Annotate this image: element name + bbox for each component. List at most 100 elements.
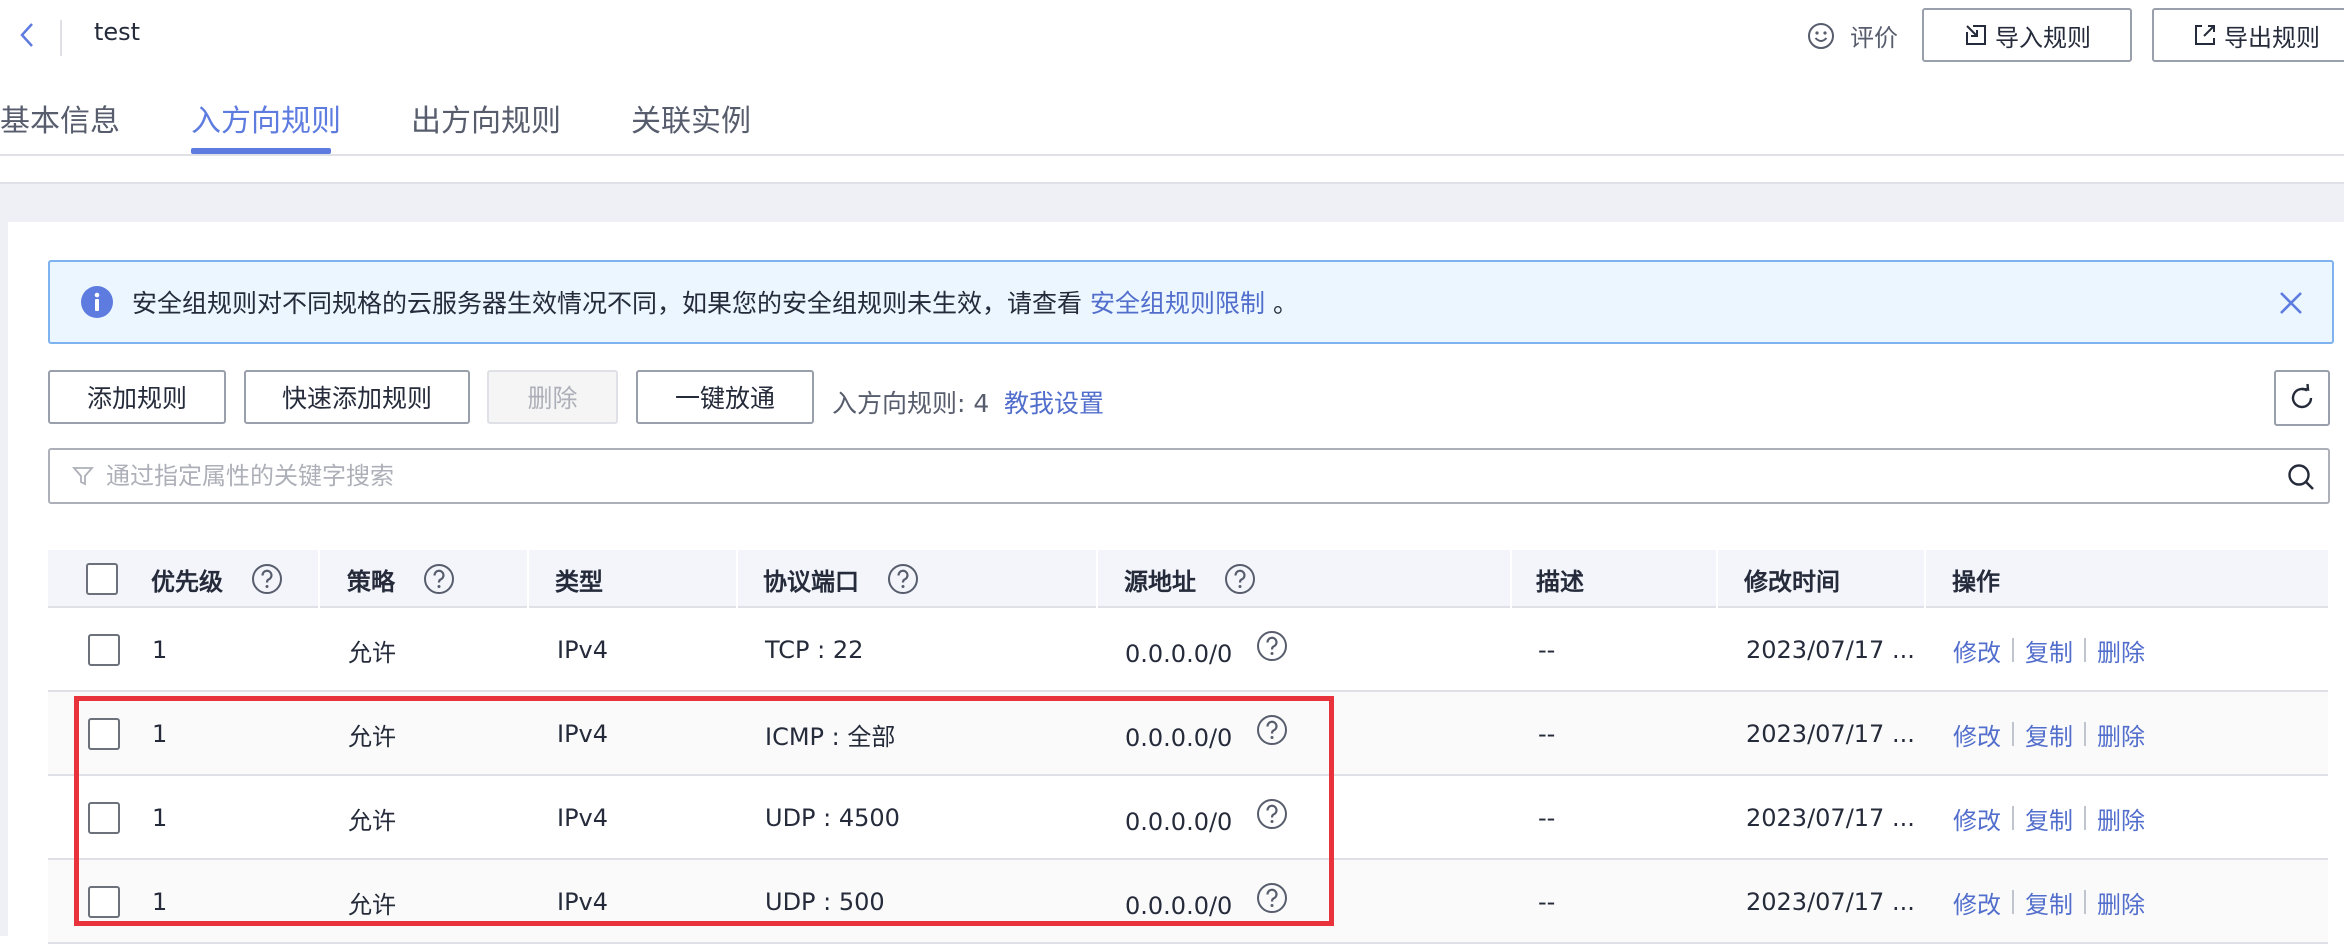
action-divider xyxy=(2084,890,2086,914)
add-rule-button[interactable]: 添加规则 xyxy=(48,370,226,424)
select-all-checkbox[interactable] xyxy=(86,563,118,595)
cell-source: 0.0.0.0/0 xyxy=(1125,608,1288,692)
edit-link[interactable]: 修改 xyxy=(1953,885,2001,920)
cell-priority: 1 xyxy=(152,804,168,832)
col-actions: 操作 xyxy=(1952,550,2000,608)
col-source-label: 源地址 xyxy=(1124,567,1196,596)
export-rules-button[interactable]: 导出规则 xyxy=(2152,8,2344,62)
table-header: 优先级 策略 类型 协议端口 源地址 描述 修改时间 操作 xyxy=(48,550,2328,608)
delete-link[interactable]: 删除 xyxy=(2097,633,2145,668)
table-row: 1 允许 IPv4 ICMP : 全部 0.0.0.0/0 -- 2023/07… xyxy=(48,692,2328,776)
cell-priority: 1 xyxy=(152,720,168,748)
delete-link[interactable]: 删除 xyxy=(2097,885,2145,920)
back-arrow-icon[interactable] xyxy=(14,18,40,52)
help-icon[interactable] xyxy=(887,563,919,595)
delete-link[interactable]: 删除 xyxy=(2097,717,2145,752)
cell-policy: 允许 xyxy=(348,806,396,835)
action-divider xyxy=(2084,806,2086,830)
cell-source-text: 0.0.0.0/0 xyxy=(1125,808,1233,836)
cell-modified-time: 2023/07/17 ... xyxy=(1746,636,1915,664)
cell-port: UDP : 500 xyxy=(765,888,885,916)
cell-actions: 修改 复制 删除 xyxy=(1953,776,2145,860)
quick-add-rule-button[interactable]: 快速添加规则 xyxy=(244,370,470,424)
tab-inbound-rules[interactable]: 入方向规则 xyxy=(191,96,341,140)
one-click-open-button[interactable]: 一键放通 xyxy=(636,370,814,424)
cell-actions: 修改 复制 删除 xyxy=(1953,608,2145,692)
page-header: test 评价 导入规则 导出规则 xyxy=(0,0,2344,70)
edit-link[interactable]: 修改 xyxy=(1953,717,2001,752)
col-policy-label: 策略 xyxy=(347,567,395,596)
help-icon[interactable] xyxy=(1256,714,1288,746)
export-rules-label: 导出规则 xyxy=(2224,23,2320,52)
active-tab-indicator xyxy=(191,148,331,154)
alert-limit-link[interactable]: 安全组规则限制 xyxy=(1090,284,1265,320)
cell-policy: 允许 xyxy=(348,890,396,919)
row-checkbox[interactable] xyxy=(88,886,120,918)
action-divider xyxy=(2084,722,2086,746)
cell-actions: 修改 复制 删除 xyxy=(1953,860,2145,944)
smiley-icon xyxy=(1808,22,1834,49)
col-modified-time-label: 修改时间 xyxy=(1744,567,1840,596)
col-modified-time: 修改时间 xyxy=(1744,550,1840,608)
import-icon xyxy=(1966,25,1986,45)
table-body: 1 允许 IPv4 TCP : 22 0.0.0.0/0 -- 2023/07/… xyxy=(48,608,2328,944)
copy-link[interactable]: 复制 xyxy=(2025,633,2073,668)
cell-description: -- xyxy=(1538,636,1556,664)
cell-source-text: 0.0.0.0/0 xyxy=(1125,892,1233,920)
cell-modified-time: 2023/07/17 ... xyxy=(1746,804,1915,832)
help-icon[interactable] xyxy=(423,563,455,595)
search-icon[interactable] xyxy=(2286,462,2316,492)
action-divider xyxy=(2012,638,2014,662)
search-input[interactable] xyxy=(106,462,2206,490)
content-left-gutter xyxy=(0,222,8,936)
rate-button[interactable]: 评价 xyxy=(1806,18,1898,53)
teach-me-link[interactable]: 教我设置 xyxy=(1004,384,1104,420)
rule-count: 入方向规则: 4 xyxy=(832,389,990,418)
header-divider xyxy=(60,20,62,56)
help-icon[interactable] xyxy=(251,563,283,595)
row-checkbox[interactable] xyxy=(88,802,120,834)
cell-description: -- xyxy=(1538,888,1556,916)
delete-link[interactable]: 删除 xyxy=(2097,801,2145,836)
row-checkbox[interactable] xyxy=(88,634,120,666)
action-divider xyxy=(2012,890,2014,914)
tab-basic-info[interactable]: 基本信息 xyxy=(0,96,120,140)
alert-text: 安全组规则对不同规格的云服务器生效情况不同，如果您的安全组规则未生效，请查看 xyxy=(132,289,1083,318)
refresh-button[interactable] xyxy=(2274,370,2330,426)
action-divider xyxy=(2012,722,2014,746)
help-icon[interactable] xyxy=(1256,630,1288,662)
tab-bar: 基本信息 入方向规则 出方向规则 关联实例 xyxy=(0,70,2344,156)
table-row: 1 允许 IPv4 UDP : 500 0.0.0.0/0 -- 2023/07… xyxy=(48,860,2328,944)
copy-link[interactable]: 复制 xyxy=(2025,717,2073,752)
help-icon[interactable] xyxy=(1256,882,1288,914)
cell-type: IPv4 xyxy=(557,888,609,916)
col-description-label: 描述 xyxy=(1536,567,1584,596)
cell-actions: 修改 复制 删除 xyxy=(1953,692,2145,776)
cell-port: ICMP : 全部 xyxy=(765,722,896,751)
import-rules-button[interactable]: 导入规则 xyxy=(1922,8,2132,62)
copy-link[interactable]: 复制 xyxy=(2025,885,2073,920)
cell-modified-time: 2023/07/17 ... xyxy=(1746,720,1915,748)
page-title: test xyxy=(94,18,141,46)
row-checkbox[interactable] xyxy=(88,718,120,750)
cell-source-text: 0.0.0.0/0 xyxy=(1125,640,1233,668)
col-priority-label: 优先级 xyxy=(151,567,223,596)
cell-priority: 1 xyxy=(152,888,168,916)
edit-link[interactable]: 修改 xyxy=(1953,801,2001,836)
help-icon[interactable] xyxy=(1224,563,1256,595)
help-icon[interactable] xyxy=(1256,798,1288,830)
tab-outbound-rules[interactable]: 出方向规则 xyxy=(411,96,561,140)
cell-description: -- xyxy=(1538,804,1556,832)
table-row: 1 允许 IPv4 TCP : 22 0.0.0.0/0 -- 2023/07/… xyxy=(48,608,2328,692)
search-bar xyxy=(48,448,2330,504)
close-icon[interactable] xyxy=(2276,288,2306,318)
col-type: 类型 xyxy=(555,550,603,608)
refresh-icon xyxy=(2291,383,2313,409)
export-icon xyxy=(2195,25,2215,45)
cell-priority: 1 xyxy=(152,636,168,664)
edit-link[interactable]: 修改 xyxy=(1953,633,2001,668)
copy-link[interactable]: 复制 xyxy=(2025,801,2073,836)
delete-button[interactable]: 删除 xyxy=(487,370,618,424)
cell-source-text: 0.0.0.0/0 xyxy=(1125,724,1233,752)
tab-associated-instances[interactable]: 关联实例 xyxy=(631,96,751,140)
